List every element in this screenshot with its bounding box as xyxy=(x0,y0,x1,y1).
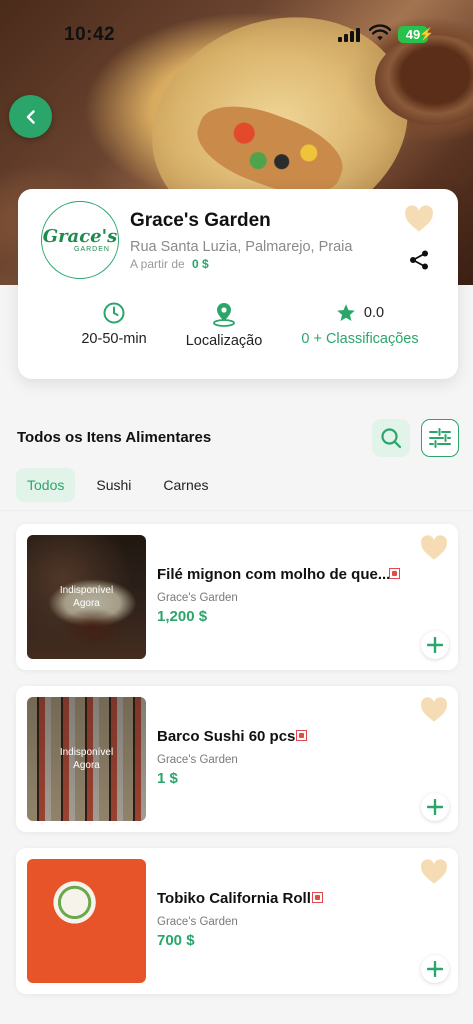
non-veg-marker-icon xyxy=(389,568,400,579)
non-veg-marker-icon xyxy=(296,730,307,741)
food-item-restaurant: Grace's Garden xyxy=(157,916,238,928)
signal-icon xyxy=(338,28,360,42)
heart-icon[interactable] xyxy=(420,859,448,885)
filter-button[interactable] xyxy=(421,419,459,457)
plus-icon xyxy=(427,961,443,977)
food-item-card[interactable]: Tobiko California Roll Grace's Garden 70… xyxy=(16,848,458,994)
food-item-name: Filé mignon com molho de que... xyxy=(157,566,391,583)
unavailable-subtext: Agora xyxy=(73,760,100,771)
add-to-cart-button[interactable] xyxy=(421,955,449,983)
delivery-time-label: 20-50-min xyxy=(81,331,147,347)
min-price-value: 0 $ xyxy=(192,257,209,271)
food-item-price: 700 $ xyxy=(157,932,195,949)
tab-carnes[interactable]: Carnes xyxy=(152,468,219,502)
status-time: 10:42 xyxy=(64,24,116,45)
food-item-name: Barco Sushi 60 pcs xyxy=(157,728,296,745)
add-to-cart-button[interactable] xyxy=(421,793,449,821)
charging-icon: ⚡ xyxy=(419,27,434,41)
delivery-time: 20-50-min xyxy=(78,301,150,347)
location-label: Localização xyxy=(185,333,263,349)
tab-todos[interactable]: Todos xyxy=(16,468,76,502)
back-button[interactable] xyxy=(9,95,52,138)
back-arrow-icon xyxy=(26,109,35,124)
section-title: Todos os Itens Alimentares xyxy=(17,429,212,446)
food-item-name: Tobiko California Roll xyxy=(157,890,311,907)
plus-icon xyxy=(427,799,443,815)
food-item-card[interactable]: Indisponível Agora Barco Sushi 60 pcs Gr… xyxy=(16,686,458,832)
non-veg-marker-icon xyxy=(312,892,323,903)
food-item-image: Indisponível Agora xyxy=(27,535,146,659)
rating-value: 0.0 xyxy=(363,305,385,321)
food-item-card[interactable]: Indisponível Agora Filé mignon com molho… xyxy=(16,524,458,670)
category-tabs: Todos Sushi Carnes xyxy=(16,468,230,502)
wifi-icon xyxy=(369,24,391,41)
restaurant-logo: Grace's GARDEN xyxy=(41,201,119,279)
unavailable-overlay: Indisponível Agora xyxy=(27,535,146,659)
food-item-price: 1 $ xyxy=(157,770,178,787)
plus-icon xyxy=(427,637,443,653)
clock-icon xyxy=(103,302,125,324)
restaurant-name: Grace's Garden xyxy=(130,210,271,231)
food-item-restaurant: Grace's Garden xyxy=(157,592,238,604)
food-item-image: Indisponível Agora xyxy=(27,697,146,821)
unavailable-subtext: Agora xyxy=(73,598,100,609)
unavailable-overlay: Indisponível Agora xyxy=(27,697,146,821)
location-pin-icon xyxy=(213,303,235,327)
restaurant-address: Rua Santa Luzia, Palmarejo, Praia xyxy=(130,239,353,255)
filter-sliders-icon xyxy=(429,428,451,448)
share-icon[interactable] xyxy=(408,249,430,271)
min-price-label: A partir de xyxy=(130,257,185,271)
ratings[interactable]: 0.0 0 + Classificações xyxy=(298,301,422,347)
location-link[interactable]: Localização xyxy=(182,301,266,349)
unavailable-text: Indisponível xyxy=(59,747,114,758)
logo-text: Grace's xyxy=(42,225,118,247)
search-button[interactable] xyxy=(372,419,410,457)
food-item-restaurant: Grace's Garden xyxy=(157,754,238,766)
heart-icon[interactable] xyxy=(420,535,448,561)
status-bar: 10:42 49 ⚡ xyxy=(0,0,473,60)
star-icon xyxy=(337,304,355,321)
search-icon xyxy=(381,428,402,449)
food-item-price: 1,200 $ xyxy=(157,608,208,625)
logo-subtext: GARDEN xyxy=(74,245,110,253)
heart-icon[interactable] xyxy=(420,697,448,723)
ratings-count-label: 0 + Classificações xyxy=(301,331,419,347)
unavailable-text: Indisponível xyxy=(59,585,114,596)
divider xyxy=(0,510,473,511)
add-to-cart-button[interactable] xyxy=(421,631,449,659)
food-item-image xyxy=(27,859,146,983)
restaurant-info-card: Grace's GARDEN Grace's Garden Rua Santa … xyxy=(18,189,458,379)
min-price: A partir de 0 $ xyxy=(130,257,209,271)
tab-sushi[interactable]: Sushi xyxy=(85,468,142,502)
favorite-heart-icon[interactable] xyxy=(404,205,434,233)
